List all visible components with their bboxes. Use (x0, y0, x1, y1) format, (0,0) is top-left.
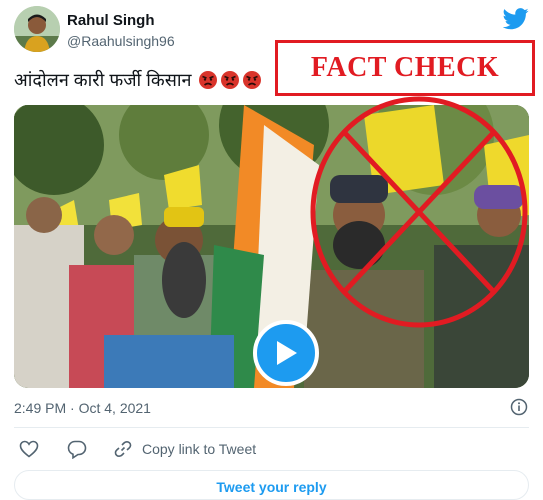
play-button[interactable] (253, 320, 319, 386)
divider (14, 427, 529, 428)
action-bar: Copy link to Tweet (14, 437, 256, 461)
speech-bubble-icon (67, 440, 87, 459)
video-media[interactable] (14, 105, 529, 388)
angry-face-icon (242, 71, 261, 89)
tweet-text: आंदोलन कारी फर्जी किसान (14, 70, 192, 90)
info-icon[interactable] (510, 398, 528, 416)
copy-link-button[interactable]: Copy link to Tweet (142, 441, 256, 457)
play-icon (277, 341, 297, 365)
reply-button-bottom[interactable]: Tweet your reply (14, 470, 529, 500)
avatar[interactable] (14, 6, 60, 52)
like-button[interactable] (18, 438, 40, 460)
angry-face-icon (198, 71, 217, 89)
link-icon[interactable] (112, 438, 134, 460)
tweet-card: Rahul Singh @Raahulsingh96 FACT CHECK आं… (0, 0, 543, 500)
tweet-timestamp[interactable]: 2:49 PM · Oct 4, 2021 (14, 400, 151, 416)
tweet-text-row: आंदोलन कारी फर्जी किसान (14, 68, 262, 92)
author-handle[interactable]: @Raahulsingh96 (67, 33, 175, 49)
chain-link-icon (114, 440, 132, 458)
fact-check-label: FACT CHECK (275, 40, 535, 96)
angry-emojis (198, 70, 262, 90)
angry-face-icon (220, 71, 239, 89)
twitter-bird-icon[interactable] (503, 8, 529, 30)
author-name[interactable]: Rahul Singh (67, 12, 155, 29)
reply-button[interactable] (66, 438, 88, 460)
avatar-image (14, 6, 60, 52)
heart-icon (19, 440, 39, 458)
